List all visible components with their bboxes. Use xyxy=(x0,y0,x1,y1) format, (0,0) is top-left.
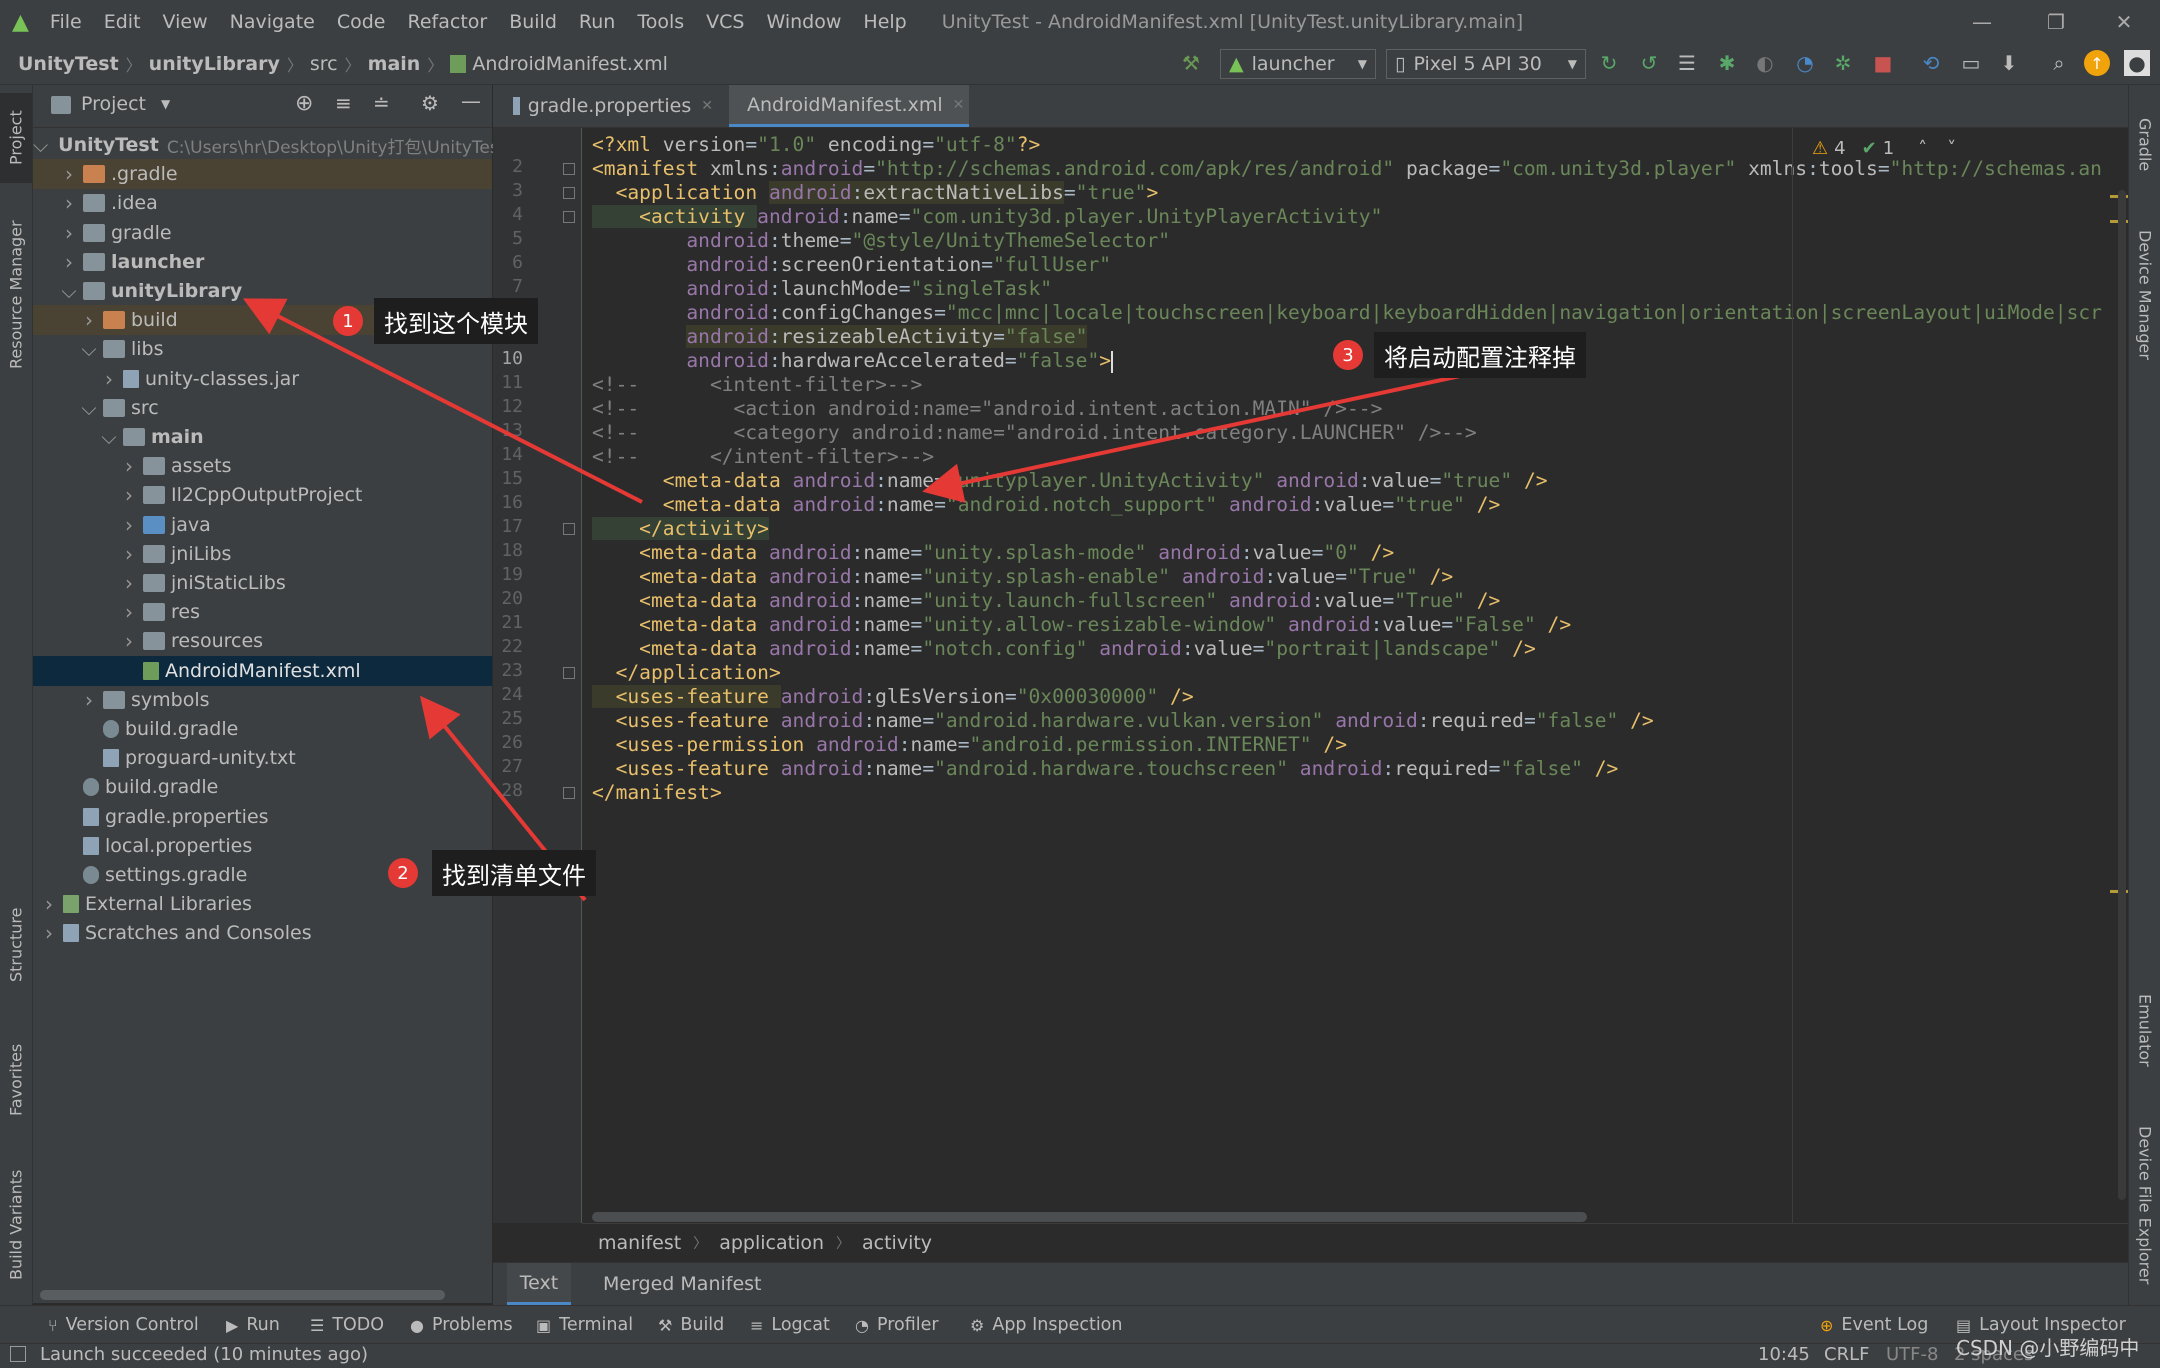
annotation-callout-1: 找到这个模块 xyxy=(374,298,538,344)
annotation-badge-3: 3 xyxy=(1333,340,1363,370)
annotation-callout-2: 找到清单文件 xyxy=(432,850,596,896)
annotation-arrow-3 xyxy=(922,374,1461,503)
annotation-arrows xyxy=(242,298,1461,902)
annotation-badge-1: 1 xyxy=(333,306,363,336)
annotation-callout-3: 将启动配置注释掉 xyxy=(1374,332,1586,378)
annotation-badge-2: 2 xyxy=(388,858,418,888)
